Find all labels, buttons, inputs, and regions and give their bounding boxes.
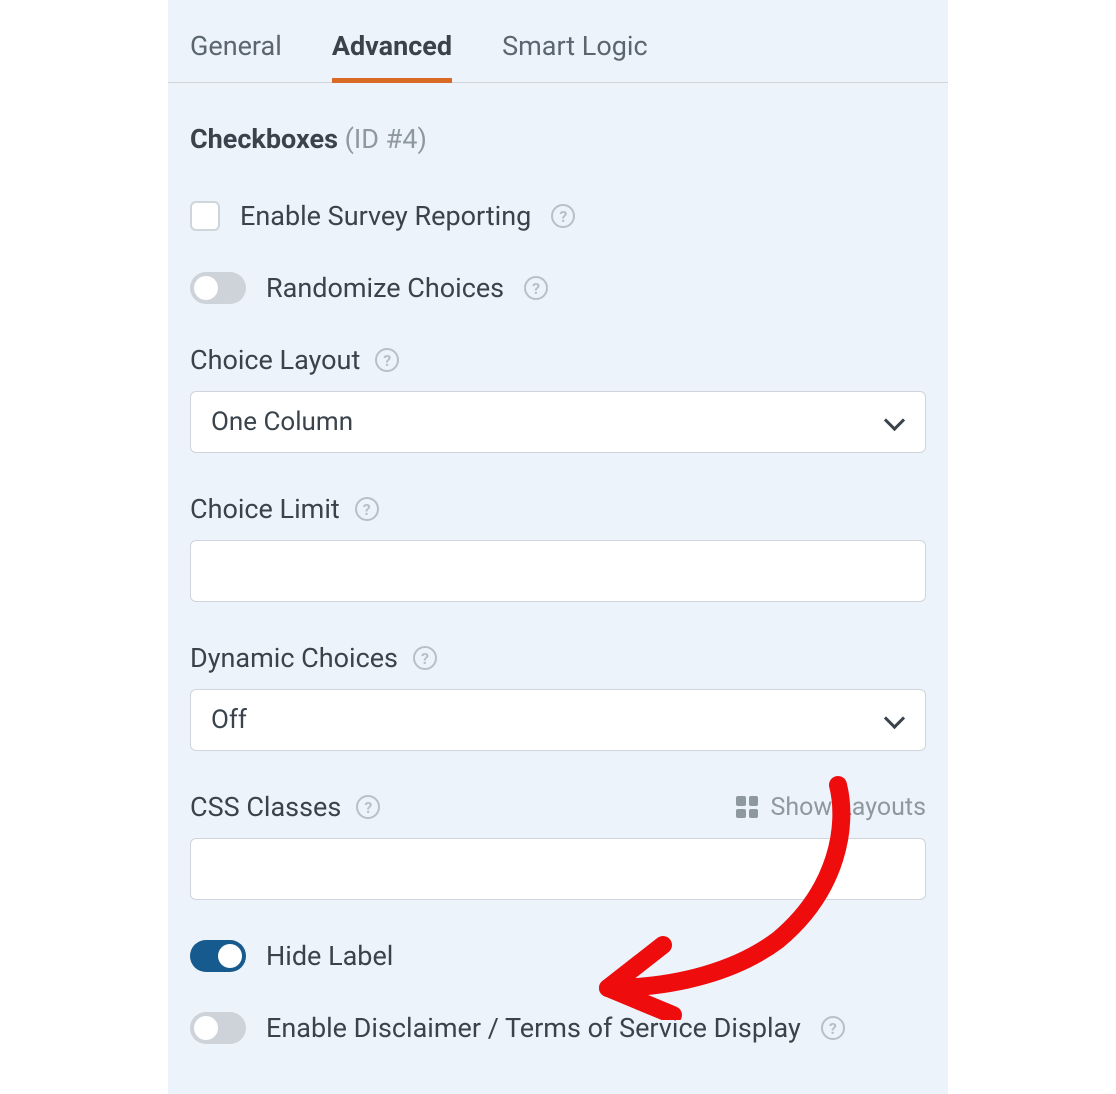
tab-smart-logic[interactable]: Smart Logic	[502, 30, 648, 82]
dynamic-choices-select[interactable]: Off	[190, 689, 926, 751]
hide-label-row: Hide Label	[190, 940, 926, 972]
help-icon[interactable]	[413, 646, 437, 670]
section-title: Checkboxes	[190, 123, 338, 155]
help-icon[interactable]	[355, 497, 379, 521]
enable-survey-row: Enable Survey Reporting	[190, 200, 926, 232]
show-layouts-link[interactable]: Show Layouts	[736, 793, 926, 822]
disclaimer-toggle[interactable]	[190, 1012, 246, 1044]
disclaimer-row: Enable Disclaimer / Terms of Service Dis…	[190, 1012, 926, 1044]
hide-label-toggle[interactable]	[190, 940, 246, 972]
settings-panel: General Advanced Smart Logic Checkboxes …	[168, 0, 948, 1094]
grid-icon	[736, 796, 758, 818]
choice-layout-select[interactable]: One Column	[190, 391, 926, 453]
choice-limit-input[interactable]	[190, 540, 926, 602]
dynamic-choices-field: Dynamic Choices Off	[190, 642, 926, 751]
help-icon[interactable]	[551, 204, 575, 228]
field-label-row: Choice Limit	[190, 493, 926, 525]
settings-tabs: General Advanced Smart Logic	[168, 0, 948, 83]
chevron-down-icon	[885, 412, 905, 432]
dynamic-choices-value: Off	[211, 705, 247, 735]
toggle-knob	[194, 276, 218, 300]
toggle-knob	[218, 944, 242, 968]
field-label-row: Dynamic Choices	[190, 642, 926, 674]
randomize-toggle[interactable]	[190, 272, 246, 304]
choice-layout-field: Choice Layout One Column	[190, 344, 926, 453]
help-icon[interactable]	[356, 795, 380, 819]
section-id: (ID #4)	[345, 123, 427, 155]
show-layouts-text: Show Layouts	[770, 793, 926, 822]
choice-limit-field: Choice Limit	[190, 493, 926, 602]
css-classes-field: CSS Classes Show Layouts	[190, 791, 926, 900]
randomize-row: Randomize Choices	[190, 272, 926, 304]
field-label-row: CSS Classes Show Layouts	[190, 791, 926, 823]
choice-limit-label: Choice Limit	[190, 493, 340, 525]
choice-layout-label: Choice Layout	[190, 344, 360, 376]
toggle-knob	[194, 1016, 218, 1040]
dynamic-choices-label: Dynamic Choices	[190, 642, 398, 674]
enable-survey-checkbox[interactable]	[190, 201, 220, 231]
enable-survey-label: Enable Survey Reporting	[240, 200, 531, 232]
panel-content: Checkboxes (ID #4) Enable Survey Reporti…	[168, 83, 948, 1094]
help-icon[interactable]	[524, 276, 548, 300]
disclaimer-label: Enable Disclaimer / Terms of Service Dis…	[266, 1012, 801, 1044]
hide-label-label: Hide Label	[266, 940, 393, 972]
field-label-row: Choice Layout	[190, 344, 926, 376]
chevron-down-icon	[885, 710, 905, 730]
help-icon[interactable]	[821, 1016, 845, 1040]
choice-layout-value: One Column	[211, 407, 353, 437]
section-header: Checkboxes (ID #4)	[190, 123, 926, 155]
randomize-label: Randomize Choices	[266, 272, 504, 304]
css-classes-input[interactable]	[190, 838, 926, 900]
tab-advanced[interactable]: Advanced	[332, 30, 452, 82]
css-classes-label: CSS Classes	[190, 791, 341, 823]
help-icon[interactable]	[375, 348, 399, 372]
tab-general[interactable]: General	[190, 30, 282, 82]
